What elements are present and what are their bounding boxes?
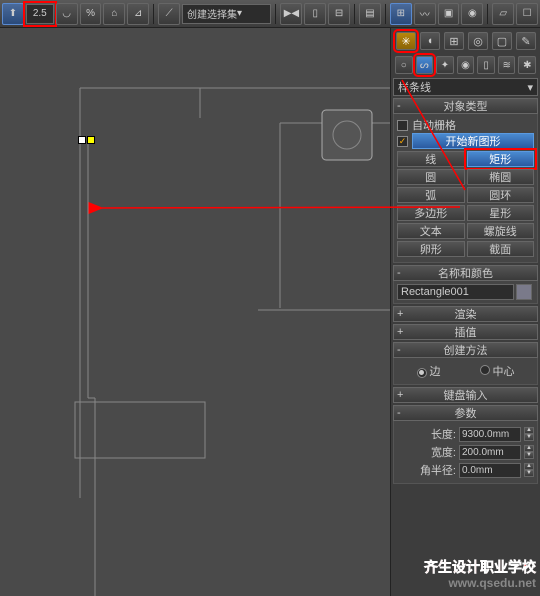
corner-label: 角半径: [420,462,456,478]
object-type-header[interactable]: -对象类型 [393,98,538,114]
egg-button[interactable]: 卵形 [397,241,465,257]
lights-subtab[interactable]: ✦ [436,56,454,74]
autogrid-label: 自动栅格 [412,117,456,133]
edge-radio-label[interactable]: 边 [417,363,441,379]
donut-button[interactable]: 圆环 [467,187,535,203]
line-button[interactable]: 线 [397,151,465,167]
name-color-header[interactable]: -名称和颜色 [393,265,538,281]
spacewarps-subtab[interactable]: ≋ [498,56,516,74]
spinner-snap-button[interactable]: ⌂ [103,3,125,25]
watermark: 齐生设计职业学校 www.qsedu.net [424,559,536,590]
center-radio[interactable] [480,365,490,375]
corner-spinner[interactable]: 0.0mm [459,463,521,478]
viewport[interactable] [0,28,390,596]
snap-toggle-button[interactable]: ⬆ [2,3,24,25]
width-spinner[interactable]: 200.0mm [459,445,521,460]
ellipse-button[interactable]: 椭圆 [467,169,535,185]
utilities-tab[interactable]: ✎ [516,32,536,50]
width-down[interactable]: ▼ [524,452,534,459]
vertex-handle-selected[interactable] [87,136,95,144]
named-selection-icon[interactable]: ⟋ [158,3,180,25]
section-button[interactable]: 截面 [467,241,535,257]
display-tab[interactable]: ▢ [492,32,512,50]
render-rollout-header[interactable]: +渲染 [393,306,538,322]
autogrid-checkbox[interactable] [397,120,408,131]
mirror-button[interactable]: ▶◀ [280,3,302,25]
object-name-input[interactable] [397,284,514,300]
length-up[interactable]: ▲ [524,427,534,434]
align-button[interactable]: ⊟ [328,3,350,25]
motion-tab[interactable]: ◎ [468,32,488,50]
params-rollout: -参数 长度:9300.0mm▲▼ 宽度:200.0mm▲▼ 角半径:0.0mm… [393,405,538,484]
watermark-title: 齐生设计职业学校 [424,559,536,576]
systems-subtab[interactable]: ✱ [518,56,536,74]
edge-constraint-button[interactable]: ⊿ [127,3,149,25]
create-tab[interactable]: ✳ [396,32,416,50]
curve-editor-button[interactable]: 〰 [414,3,436,25]
layer-button[interactable]: ▤ [359,3,381,25]
keyboard-rollout-header[interactable]: +键盘输入 [393,387,538,403]
render-setup-button[interactable]: ▱ [492,3,514,25]
start-new-shape-button[interactable]: 开始新图形 [412,133,534,149]
creation-method-rollout: -创建方法 边 中心 [393,342,538,385]
width-label: 宽度: [431,444,456,460]
helix-button[interactable]: 螺旋线 [467,223,535,239]
interp-rollout-header[interactable]: +插值 [393,324,538,340]
schematic-button[interactable]: ▣ [438,3,460,25]
snap-strength-field[interactable]: 2.5 [26,4,54,24]
command-panel-tabs: ✳ ◖ ⊞ ◎ ▢ ✎ [393,30,538,54]
geometry-subtab[interactable]: ○ [395,56,413,74]
helpers-subtab[interactable]: ▯ [477,56,495,74]
ngon-button[interactable]: 多边形 [397,205,465,221]
text-button[interactable]: 文本 [397,223,465,239]
object-type-rollout: -对象类型 自动栅格 ✓ 开始新图形 线矩形 圆椭圆 弧圆环 多边形星形 文本螺旋… [393,98,538,263]
circle-button[interactable]: 圆 [397,169,465,185]
category-dropdown[interactable]: 样条线 [393,78,538,96]
watermark-url: www.qsedu.net [424,576,536,590]
params-header[interactable]: -参数 [393,405,538,421]
star-button[interactable]: 星形 [467,205,535,221]
corner-up[interactable]: ▲ [524,463,534,470]
align-left-button[interactable]: ▯ [304,3,326,25]
cameras-subtab[interactable]: ◉ [457,56,475,74]
angle-snap-button[interactable]: ◡ [56,3,78,25]
name-color-rollout: -名称和颜色 [393,265,538,304]
arc-button[interactable]: 弧 [397,187,465,203]
creation-method-header[interactable]: -创建方法 [393,342,538,358]
startnewshape-checkbox[interactable]: ✓ [397,136,408,147]
length-spinner[interactable]: 9300.0mm [459,427,521,442]
vertex-handle[interactable] [78,136,86,144]
percent-snap-button[interactable]: % [80,3,102,25]
command-panel: ✳ ◖ ⊞ ◎ ▢ ✎ ○ ᔕ ✦ ◉ ▯ ≋ ✱ 样条线 -对象类型 自动栅格… [390,28,540,596]
length-label: 长度: [431,426,456,442]
length-down[interactable]: ▼ [524,434,534,441]
selection-set-dropdown[interactable]: 创建选择集 ▾ [182,4,271,24]
material-editor-button[interactable]: ◉ [461,3,483,25]
corner-down[interactable]: ▼ [524,470,534,477]
rectangle-button[interactable]: 矩形 [467,151,535,167]
width-up[interactable]: ▲ [524,445,534,452]
object-color-swatch[interactable] [516,284,532,300]
graphite-button[interactable]: ⊞ [390,3,412,25]
hierarchy-tab[interactable]: ⊞ [444,32,464,50]
shapes-subtab[interactable]: ᔕ [416,56,434,74]
create-subtabs: ○ ᔕ ✦ ◉ ▯ ≋ ✱ [393,54,538,76]
edge-radio[interactable] [417,368,427,378]
center-radio-label[interactable]: 中心 [480,363,515,379]
main-toolbar: ⬆ 2.5 ◡ % ⌂ ⊿ ⟋ 创建选择集 ▾ ▶◀ ▯ ⊟ ▤ ⊞ 〰 ▣ ◉… [0,0,540,28]
modify-tab[interactable]: ◖ [420,32,440,50]
render-frame-button[interactable]: ☐ [516,3,538,25]
